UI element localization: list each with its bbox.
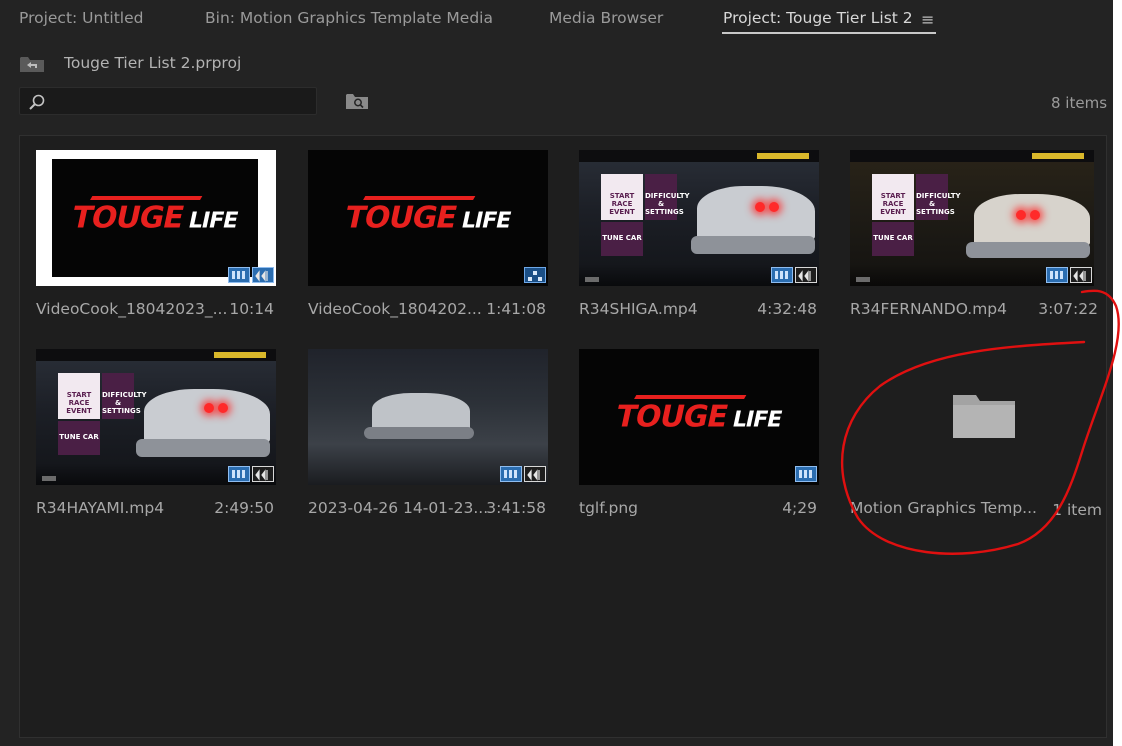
menu-tile: START RACE EVENT [872, 174, 914, 220]
active-tab-indicator [722, 32, 936, 34]
audio-waveform-icon [524, 466, 546, 482]
hud-bar [850, 150, 1094, 162]
item-duration: 2:49:50 [214, 499, 274, 517]
item-name: R34SHIGA.mp4 [579, 300, 698, 318]
search-icon [29, 94, 45, 110]
project-file-name: Touge Tier List 2.prproj [64, 54, 242, 72]
item-duration: 1:41:08 [486, 300, 546, 318]
menu-tile: START RACE EVENT [58, 373, 100, 419]
panel-tab-bar: Project: Untitled Bin: Motion Graphics T… [0, 0, 1113, 40]
project-item[interactable]: START RACE EVENT DIFFICULTY & SETTINGS T… [563, 136, 819, 326]
logo-stripe [634, 395, 747, 399]
search-input[interactable] [52, 91, 316, 113]
car-image [691, 236, 815, 254]
find-in-bin-icon[interactable] [345, 92, 369, 110]
film-strip-icon [795, 466, 817, 482]
film-strip-icon [771, 267, 793, 283]
touge-life-logo: TOUGE LIFE [68, 200, 240, 236]
tab-project-touge-tier-list[interactable]: Project: Touge Tier List 2 [723, 9, 913, 27]
hud-bar [36, 349, 276, 361]
item-count: 8 items [1051, 94, 1108, 112]
menu-tile: DIFFICULTY & SETTINGS [916, 174, 961, 220]
menu-tile: START RACE EVENT [601, 174, 643, 220]
clip-thumbnail: START RACE EVENT DIFFICULTY & SETTINGS T… [579, 150, 819, 286]
menu-tile: TUNE CAR [601, 222, 643, 256]
item-name: R34HAYAMI.mp4 [36, 499, 165, 517]
item-name: tglf.png [579, 499, 638, 517]
window-edge [1113, 0, 1122, 746]
menu-tile: TUNE CAR [58, 421, 100, 455]
audio-waveform-icon [252, 466, 274, 482]
audio-waveform-icon [252, 267, 274, 283]
menu-tile: DIFFICULTY & SETTINGS [645, 174, 690, 220]
item-name: R34FERNANDO.mp4 [850, 300, 1007, 318]
sequence-icon [524, 267, 546, 283]
folder-icon [953, 395, 1015, 438]
item-count-label: 1 item [1052, 501, 1102, 519]
project-item-folder[interactable]: Motion Graphics Temp... 1 item [834, 335, 1102, 525]
car-image [697, 186, 815, 242]
item-name: Motion Graphics Temp... [850, 499, 1037, 517]
tab-media-browser[interactable]: Media Browser [549, 9, 663, 27]
car-image [966, 242, 1090, 258]
car-image [974, 194, 1090, 248]
clip-thumbnail: TOUGE LIFE [36, 150, 276, 286]
film-strip-icon [228, 267, 250, 283]
item-duration: 3:41:58 [486, 499, 546, 517]
search-field[interactable] [19, 87, 317, 115]
item-duration: 4;29 [782, 499, 817, 517]
film-strip-icon [228, 466, 250, 482]
audio-waveform-icon [1070, 267, 1092, 283]
project-item[interactable]: TOUGE LIFE VideoCook_1804202... 1:41:08 [292, 136, 548, 326]
tab-bin-motion-graphics[interactable]: Bin: Motion Graphics Template Media [205, 9, 493, 27]
project-item[interactable]: START RACE EVENT DIFFICULTY & SETTINGS T… [20, 335, 276, 525]
hud-bar [579, 150, 819, 162]
item-name: VideoCook_18042023_... [36, 300, 228, 318]
film-strip-icon [500, 466, 522, 482]
thumbnail-frame: TOUGE LIFE [52, 159, 258, 277]
touge-life-logo: TOUGE LIFE [341, 200, 513, 236]
panel-menu-icon[interactable]: ≡ [921, 10, 934, 29]
image-thumbnail: TOUGE LIFE [579, 349, 819, 485]
car-image [364, 427, 474, 439]
logo-stripe [363, 196, 476, 200]
item-duration: 4:32:48 [757, 300, 817, 318]
project-item[interactable]: START RACE EVENT DIFFICULTY & SETTINGS T… [834, 136, 1098, 326]
film-strip-icon [1046, 267, 1068, 283]
logo-stripe [90, 196, 203, 200]
clip-thumbnail: START RACE EVENT DIFFICULTY & SETTINGS T… [36, 349, 276, 485]
icon-view-grid: TOUGE LIFE VideoCook_18042023_... 10:14 … [19, 135, 1107, 738]
sequence-thumbnail: TOUGE LIFE [308, 150, 548, 286]
car-image [144, 389, 270, 445]
menu-tile: TUNE CAR [872, 222, 914, 256]
item-name: VideoCook_1804202... [308, 300, 482, 318]
audio-waveform-icon [795, 267, 817, 283]
project-item[interactable]: 2023-04-26 14-01-23... 3:41:58 [292, 335, 548, 525]
touge-life-logo: TOUGE LIFE [612, 399, 784, 435]
item-duration: 10:14 [229, 300, 274, 318]
folder-thumbnail [850, 349, 1094, 485]
car-image [136, 439, 270, 457]
item-name: 2023-04-26 14-01-23... [308, 499, 489, 517]
project-item[interactable]: TOUGE LIFE VideoCook_18042023_... 10:14 [20, 136, 276, 326]
project-item[interactable]: TOUGE LIFE tglf.png 4;29 [563, 335, 819, 525]
clip-thumbnail: START RACE EVENT DIFFICULTY & SETTINGS T… [850, 150, 1094, 286]
tab-project-untitled[interactable]: Project: Untitled [19, 9, 144, 27]
item-duration: 3:07:22 [1038, 300, 1098, 318]
clip-thumbnail [308, 349, 548, 485]
menu-tile: DIFFICULTY & SETTINGS [102, 373, 147, 419]
folder-up-icon[interactable] [19, 54, 45, 73]
